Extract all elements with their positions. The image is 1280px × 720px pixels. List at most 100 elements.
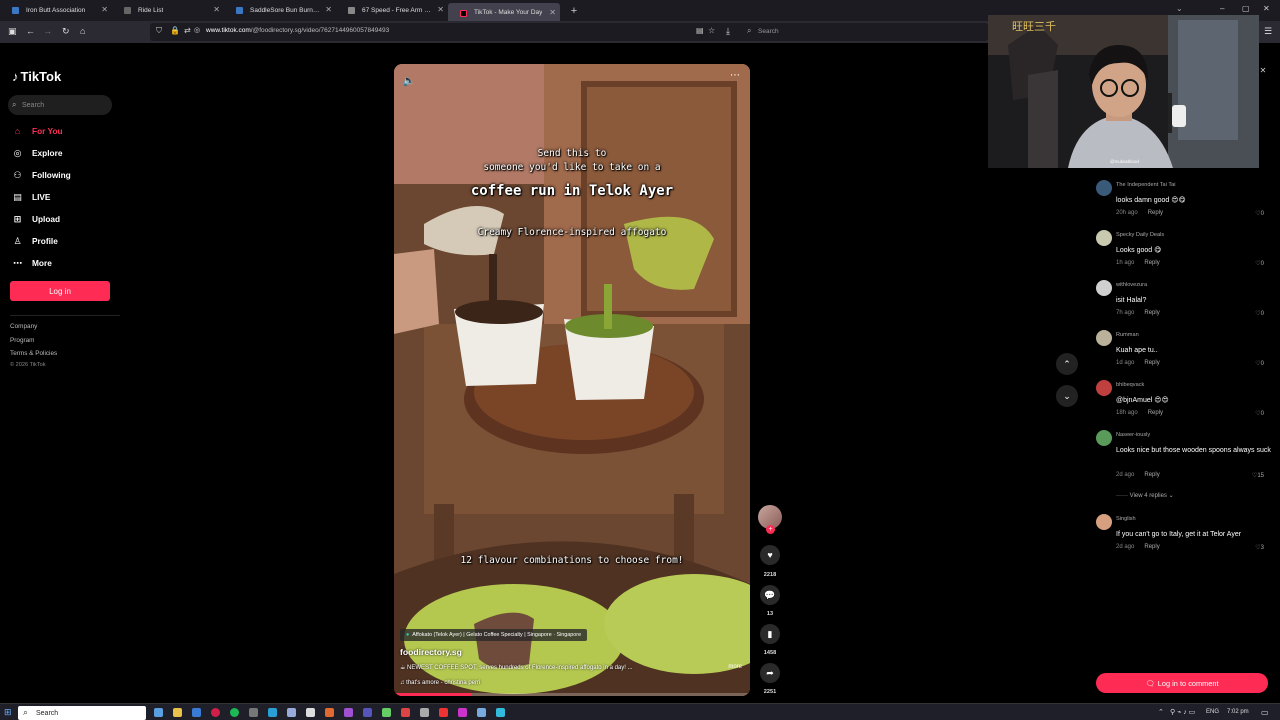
minimize-icon[interactable]: – <box>1220 4 1224 13</box>
new-tab-plus-icon[interactable]: + <box>566 5 582 17</box>
permissions-icon[interactable]: ⇄ <box>184 26 191 35</box>
bookmark-star-icon[interactable]: ☆ <box>708 26 715 35</box>
comment-like[interactable]: ♡0 <box>1255 260 1264 267</box>
app-icon[interactable] <box>363 708 372 717</box>
tab-list-chevron-icon[interactable]: ⌄ <box>1176 4 1183 13</box>
spotify-icon[interactable] <box>230 708 239 717</box>
browser-tab[interactable]: Iron Butt Association ✕ <box>0 0 112 21</box>
notification-icon[interactable]: ▭ <box>1261 708 1269 717</box>
share-button[interactable]: ➦ <box>760 663 780 683</box>
video-author[interactable]: foodirectory.sg <box>400 647 462 657</box>
clock[interactable]: 7:02 pm <box>1227 709 1249 715</box>
nav-following[interactable]: ⚇ Following <box>12 168 70 182</box>
tray-icons[interactable]: ⚲ ⌁ ♪ ▭ <box>1170 708 1195 716</box>
view-replies-link[interactable]: —— View 4 replies ⌄ <box>1116 492 1174 499</box>
close-tab-icon[interactable]: ✕ <box>101 5 108 14</box>
comment-avatar[interactable] <box>1096 230 1112 246</box>
app-icon[interactable] <box>211 708 220 717</box>
sidebar-search-input[interactable]: ⌕ Search <box>8 95 112 115</box>
app-icon[interactable] <box>458 708 467 717</box>
reply-button[interactable]: Reply <box>1144 360 1159 366</box>
comment-username[interactable]: The Independent Tai Tai <box>1116 182 1176 188</box>
maximize-icon[interactable]: ▢ <box>1242 4 1250 13</box>
app-icon[interactable] <box>420 708 429 717</box>
nav-upload[interactable]: ⊞ Upload <box>12 212 60 226</box>
taskbar-search-input[interactable]: ⌕ Search <box>18 706 146 720</box>
video-options-icon[interactable]: ⋯ <box>730 70 740 81</box>
close-icon[interactable]: ✕ <box>1257 66 1269 78</box>
footer-link-terms[interactable]: Terms & Policies <box>10 350 57 357</box>
nav-more[interactable]: ⋯ More <box>12 256 52 270</box>
reply-button[interactable]: Reply <box>1144 260 1159 266</box>
app-icon[interactable] <box>382 708 391 717</box>
language-indicator[interactable]: ENG <box>1206 709 1219 715</box>
shield-icon[interactable]: ⛉ <box>156 26 162 36</box>
window-close-icon[interactable]: ✕ <box>1263 4 1270 13</box>
comment-like[interactable]: ♡0 <box>1255 410 1264 417</box>
tray-chevron-icon[interactable]: ⌃ <box>1158 708 1164 716</box>
reply-button[interactable]: Reply <box>1144 472 1159 478</box>
reply-button[interactable]: Reply <box>1148 210 1163 216</box>
nav-explore[interactable]: ◎ Explore <box>12 146 63 160</box>
comment-avatar[interactable] <box>1096 514 1112 530</box>
reply-button[interactable]: Reply <box>1144 310 1159 316</box>
app-icon[interactable] <box>477 708 486 717</box>
comment-like[interactable]: ♡15 <box>1252 472 1264 479</box>
description-more-link[interactable]: more <box>728 664 742 670</box>
reply-button[interactable]: Reply <box>1144 544 1159 550</box>
nav-live[interactable]: ▤ LIVE <box>12 190 50 204</box>
browser-tab[interactable]: Ride List ✕ <box>112 0 224 21</box>
app-icon[interactable] <box>306 708 315 717</box>
comment-like[interactable]: ♡3 <box>1255 544 1264 551</box>
mute-icon[interactable]: 🔈 <box>402 74 416 87</box>
firefox-icon[interactable] <box>325 708 334 717</box>
nav-for-you[interactable]: ⌂ For You <box>12 124 63 138</box>
app-icon[interactable] <box>268 708 277 717</box>
reply-button[interactable]: Reply <box>1148 410 1163 416</box>
login-to-comment-button[interactable]: 🗨 Log in to comment <box>1096 673 1268 693</box>
comment-username[interactable]: Specky Daily Deals <box>1116 232 1164 238</box>
app-icon[interactable] <box>287 708 296 717</box>
tracking-icon[interactable]: ◎ <box>194 26 200 34</box>
app-icon[interactable] <box>439 708 448 717</box>
browser-tab[interactable]: SaddleSore Bun Burner Km Ser✕ <box>224 0 336 21</box>
lock-icon[interactable]: 🔒 <box>170 26 180 35</box>
tiktok-logo[interactable]: ♪ TikTok <box>12 69 61 84</box>
app-icon[interactable] <box>344 708 353 717</box>
nav-profile[interactable]: ♙ Profile <box>12 234 57 248</box>
comment-username[interactable]: Rumman <box>1116 332 1139 338</box>
comment-avatar[interactable] <box>1096 180 1112 196</box>
close-tab-icon[interactable]: ✕ <box>325 5 332 14</box>
login-button[interactable]: Log in <box>10 281 110 301</box>
sidebar-toggle-icon[interactable]: ▣ <box>8 26 17 37</box>
comment-username[interactable]: withlovezura <box>1116 282 1147 288</box>
browser-tab[interactable]: 67 Speed - Free Arm Speed Ch✕ <box>336 0 448 21</box>
comment-avatar[interactable] <box>1096 430 1112 446</box>
forward-arrow-icon[interactable]: → <box>43 26 52 36</box>
location-chip[interactable]: ● Affokato (Telok Ayer) | Gelato Coffee S… <box>400 629 588 641</box>
comment-username[interactable]: Singlish <box>1116 516 1136 522</box>
reader-view-icon[interactable]: ▤ <box>696 26 704 35</box>
follow-plus-icon[interactable]: + <box>766 525 775 534</box>
comment-username[interactable]: Naseer-iously <box>1116 432 1150 438</box>
comment-username[interactable]: bhibeqvack <box>1116 382 1144 388</box>
comment-like[interactable]: ♡0 <box>1255 310 1264 317</box>
app-icon[interactable] <box>401 708 410 717</box>
home-icon[interactable]: ⌂ <box>80 26 85 36</box>
task-view-icon[interactable] <box>154 708 163 717</box>
music-info[interactable]: ♫ that's amore - christina perri <box>400 680 480 686</box>
footer-link-program[interactable]: Program <box>10 337 35 344</box>
url-text[interactable]: www.tiktok.com/@foodirectory.sg/video/76… <box>206 27 389 34</box>
video-player[interactable]: Send this to someone you'd like to take … <box>394 64 750 696</box>
comment-avatar[interactable] <box>1096 380 1112 396</box>
menu-icon[interactable]: ☰ <box>1264 26 1272 37</box>
footer-link-company[interactable]: Company <box>10 323 37 330</box>
back-arrow-icon[interactable]: ← <box>26 26 35 36</box>
comment-avatar[interactable] <box>1096 330 1112 346</box>
comment-like[interactable]: ♡0 <box>1255 360 1264 367</box>
comment-button[interactable]: 💬 <box>760 585 780 605</box>
previous-video-button[interactable]: ⌃ <box>1056 353 1078 375</box>
next-video-button[interactable]: ⌄ <box>1056 385 1078 407</box>
video-progress-bar[interactable] <box>394 693 750 696</box>
app-icon[interactable] <box>496 708 505 717</box>
